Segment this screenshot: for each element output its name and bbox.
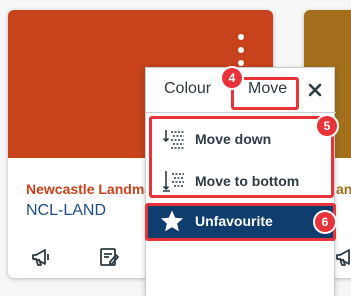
move-down-icon xyxy=(162,127,186,151)
move-down-item[interactable]: Move down xyxy=(154,121,330,157)
announcement-icon[interactable] xyxy=(30,246,52,268)
step-badge-4: 4 xyxy=(222,68,242,88)
move-down-label: Move down xyxy=(195,131,272,147)
course-name-link[interactable]: Newcastle Landma xyxy=(26,181,152,197)
move-to-bottom-label: Move to bottom xyxy=(195,173,300,189)
announcement-icon[interactable] xyxy=(334,246,351,268)
course-code: NCL-LAND xyxy=(26,202,107,219)
card-options-menu: Colour Move Move down Move to bottom Unf… xyxy=(145,67,336,296)
course-2-name-link[interactable]: anv xyxy=(336,181,351,197)
step-badge-5: 5 xyxy=(317,116,337,136)
card-options-kebab-icon[interactable] xyxy=(234,32,248,68)
move-to-bottom-item[interactable]: Move to bottom xyxy=(154,163,330,199)
assignments-icon[interactable] xyxy=(98,246,120,268)
unfavourite-label: Unfavourite xyxy=(195,213,273,229)
unfavourite-item[interactable]: Unfavourite xyxy=(148,204,334,239)
dashboard-stage: Newcastle Landma NCL-LAND anv xyxy=(0,0,351,296)
move-to-bottom-icon xyxy=(162,169,186,193)
step-badge-6: 6 xyxy=(315,212,335,232)
tab-colour[interactable]: Colour xyxy=(164,80,211,98)
close-icon[interactable] xyxy=(307,82,323,98)
tab-move[interactable]: Move xyxy=(248,80,287,98)
star-icon xyxy=(160,209,184,233)
